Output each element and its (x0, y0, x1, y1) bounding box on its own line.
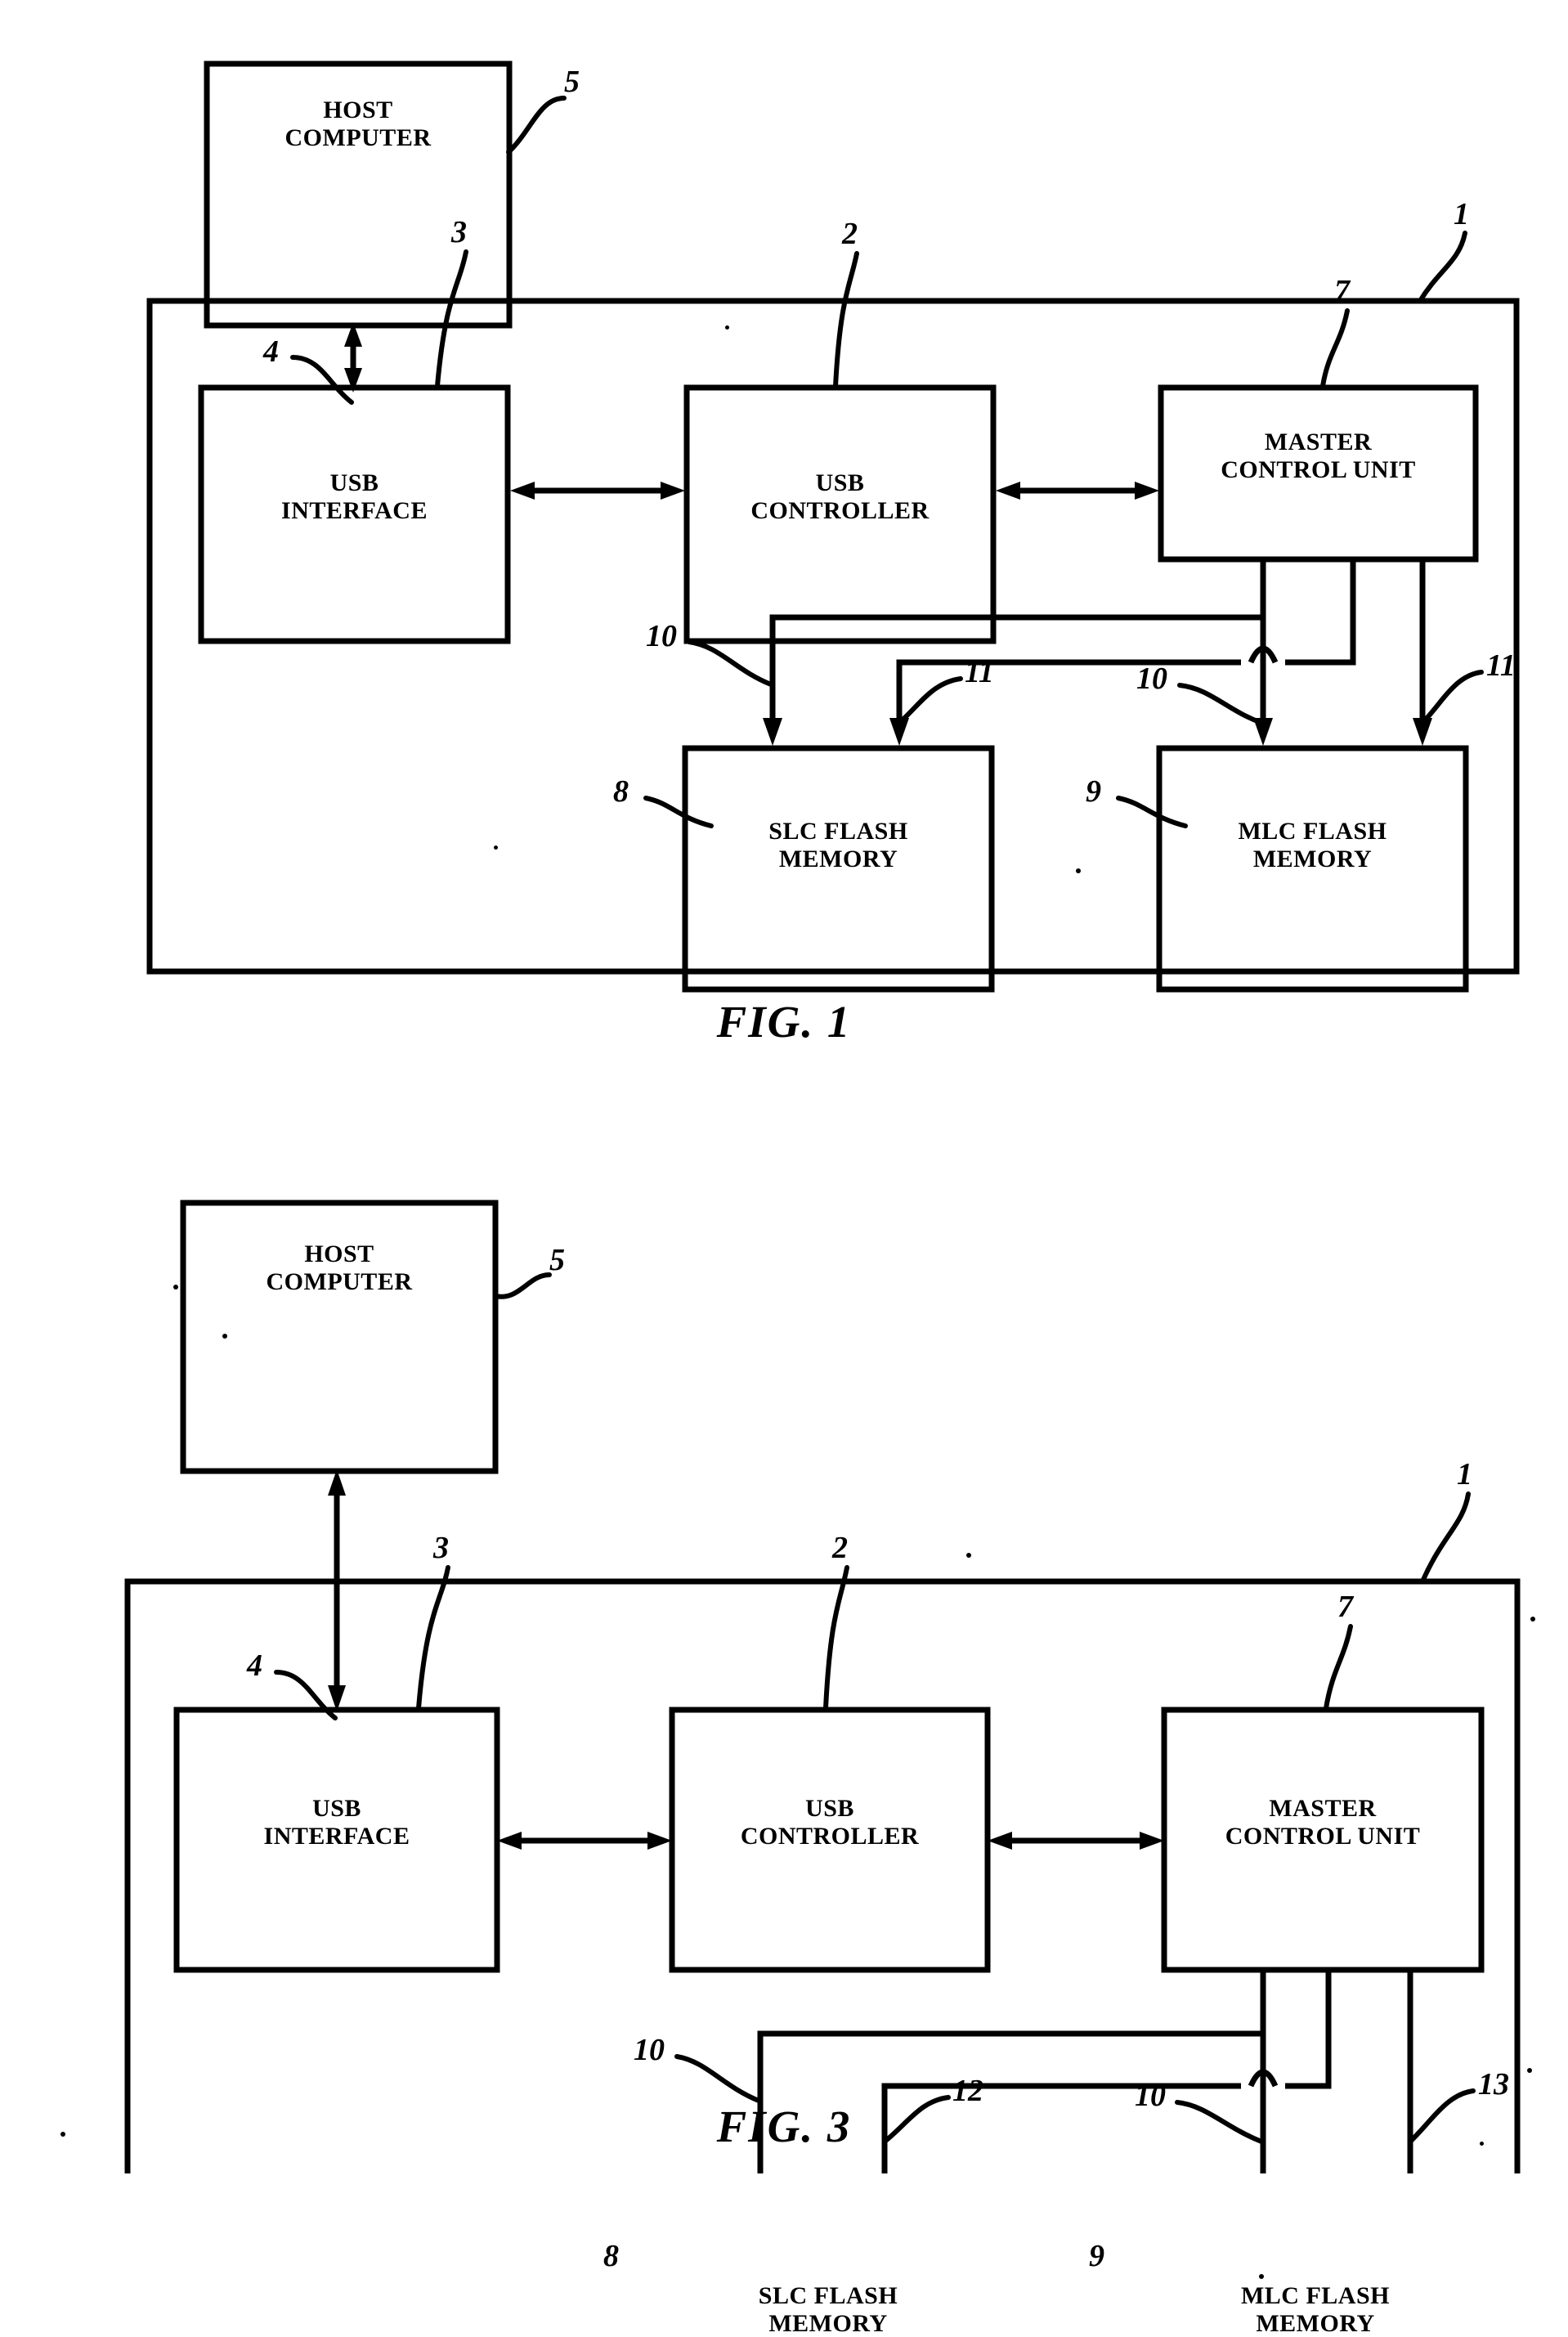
ref-5: 5 (564, 65, 580, 99)
controller-mcu-arrow (988, 1832, 1164, 1850)
leader-1 (1420, 1491, 1471, 1584)
ref-11-mlc: 11 (1486, 648, 1516, 683)
scan-speck (1259, 2274, 1264, 2279)
ref-2: 2 (842, 217, 858, 251)
leader-11a (897, 676, 963, 725)
leader-10b (1177, 683, 1264, 725)
scan-speck (1480, 2142, 1484, 2146)
usb-controller-label: USB CONTROLLER (750, 469, 930, 524)
ref-3: 3 (451, 215, 467, 249)
scan-speck (1076, 868, 1081, 873)
figure-1-linework (146, 61, 1520, 993)
slc-data-bus-line (1285, 559, 1356, 666)
ref-4: 4 (247, 1648, 262, 1683)
scan-speck (173, 1285, 178, 1290)
master-control-unit-label: MASTER CONTROL UNIT (1221, 428, 1416, 483)
figure-3-caption: FIG. 3 (716, 2102, 852, 2151)
ref-7: 7 (1334, 274, 1350, 308)
usb-interface-label: USB INTERFACE (281, 469, 428, 524)
scan-speck (725, 325, 729, 330)
master-control-unit-label: MASTER CONTROL UNIT (1225, 1795, 1421, 1850)
leader-3 (416, 1565, 450, 1711)
scan-speck (1530, 1617, 1535, 1622)
ref-9: 9 (1086, 774, 1101, 809)
usb-interface-label: USB INTERFACE (263, 1795, 410, 1850)
ref-3: 3 (433, 1531, 449, 1565)
bus-arrowheads (763, 718, 1432, 746)
mlc-flash-memory-label: MLC FLASH MEMORY (1240, 2282, 1390, 2337)
figure-1: HOST COMPUTER USB INTERFACE USB CONTROLL… (0, 0, 1568, 1087)
ref-8: 8 (603, 2239, 619, 2273)
scan-speck (1527, 2068, 1532, 2073)
ref-9: 9 (1089, 2239, 1104, 2273)
slc-control-bus-line (769, 559, 1266, 736)
leader-1 (1418, 231, 1467, 303)
slc-flash-memory-label: SLC FLASH MEMORY (768, 818, 908, 872)
ref-5: 5 (549, 1243, 565, 1277)
scan-speck (494, 846, 498, 850)
leader-11b (1420, 670, 1484, 725)
interface-controller-arrow (510, 482, 685, 500)
scan-speck (966, 1553, 971, 1558)
figure-3: HOST COMPUTER USB INTERFACE USB CONTROLL… (0, 1087, 1568, 2337)
ref-10-mlc: 10 (1136, 662, 1167, 696)
leader-2 (833, 251, 859, 388)
ref-10-slc: 10 (634, 2033, 665, 2067)
ref-11-slc: 11 (965, 655, 994, 689)
leader-7 (1320, 308, 1350, 388)
ref-1: 1 (1454, 197, 1469, 231)
host-computer-label: HOST COMPUTER (284, 96, 432, 151)
leader-4 (290, 355, 354, 405)
slc-data-bus-line-2 (896, 659, 1241, 736)
controller-mcu-arrow (996, 482, 1159, 500)
ref-1: 1 (1457, 1457, 1472, 1491)
ref-8: 8 (613, 774, 629, 809)
leader-5 (506, 96, 567, 155)
ref-13: 13 (1478, 2067, 1509, 2102)
host-link-arrow (328, 1469, 346, 1711)
scan-speck (60, 2132, 65, 2137)
ref-10-slc: 10 (646, 619, 677, 653)
slc-data-bus-line (1285, 1970, 1332, 2089)
leader-7 (1324, 1624, 1353, 1711)
ref-7: 7 (1337, 1590, 1353, 1624)
slc-flash-memory-label: SLC FLASH MEMORY (758, 2282, 898, 2337)
leader-2 (823, 1565, 849, 1711)
figure-1-caption: FIG. 1 (716, 997, 852, 1047)
interface-controller-arrow (497, 1832, 672, 1850)
ref-4: 4 (263, 334, 279, 369)
scan-speck (222, 1334, 227, 1339)
mlc-flash-memory-label: MLC FLASH MEMORY (1238, 818, 1387, 872)
leader-10a (687, 639, 773, 687)
host-computer-label: HOST COMPUTER (266, 1240, 413, 1295)
leader-5 (493, 1272, 552, 1299)
host-link-arrow (344, 322, 362, 392)
usb-controller-label: USB CONTROLLER (740, 1795, 920, 1850)
leader-10a (674, 2054, 761, 2103)
leader-3 (435, 249, 468, 388)
ref-2: 2 (832, 1531, 848, 1565)
